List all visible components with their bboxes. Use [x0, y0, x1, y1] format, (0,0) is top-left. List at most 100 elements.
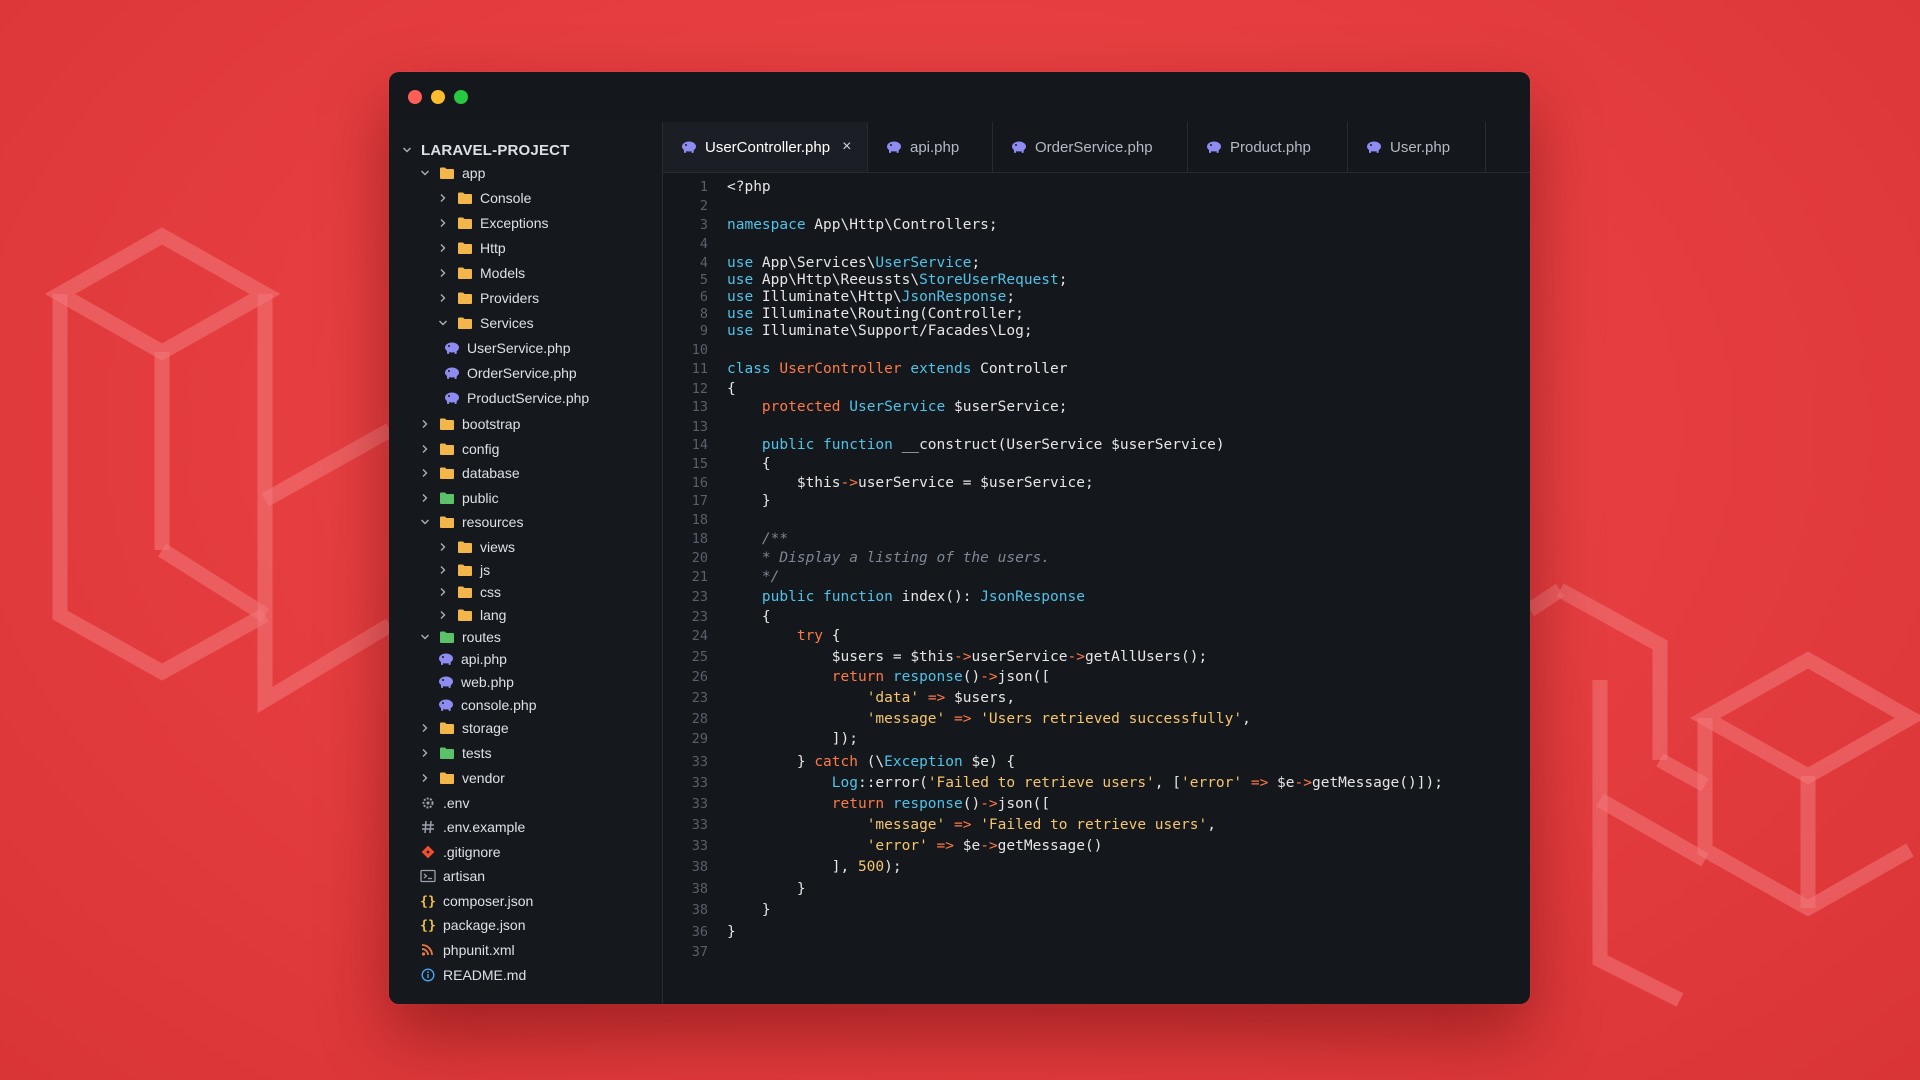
- chevron-right-icon[interactable]: [438, 293, 448, 303]
- tab-user-php[interactable]: User.php: [1348, 122, 1486, 172]
- tab-orderservice-php[interactable]: OrderService.php: [993, 122, 1188, 172]
- file-item[interactable]: .env: [420, 793, 469, 813]
- file-item[interactable]: OrderService.php: [444, 363, 577, 383]
- file-item[interactable]: console.php: [438, 695, 537, 715]
- tree-item-label: Models: [480, 265, 526, 281]
- chevron-right-icon[interactable]: [420, 723, 430, 733]
- folder-icon: [439, 166, 455, 180]
- code-line: 'error' => $e->getMessage(): [727, 836, 1103, 856]
- chevron-down-icon[interactable]: [420, 168, 430, 178]
- file-item[interactable]: phpunit.xml: [420, 940, 515, 960]
- code-token: 'Failed to retrieve users': [927, 775, 1155, 791]
- code-line: } catch (\Exception $e) {: [727, 752, 1015, 772]
- chevron-right-icon[interactable]: [420, 748, 430, 758]
- file-item[interactable]: web.php: [438, 672, 514, 692]
- folder-item[interactable]: Services: [438, 313, 534, 333]
- chevron-down-icon[interactable]: [420, 517, 430, 527]
- tab-usercontroller-php[interactable]: UserController.php ×: [663, 122, 868, 172]
- chevron-down-icon[interactable]: [402, 145, 412, 155]
- folder-item[interactable]: Exceptions: [438, 213, 548, 233]
- code-line: }: [727, 491, 771, 511]
- folder-item[interactable]: routes: [420, 627, 501, 647]
- folder-item[interactable]: tests: [420, 743, 492, 763]
- line-number: 23: [691, 589, 708, 605]
- folder-item[interactable]: storage: [420, 718, 509, 738]
- folder-item[interactable]: lang: [438, 605, 506, 625]
- line-number: 13: [691, 399, 708, 415]
- folder-item[interactable]: public: [420, 488, 499, 508]
- tab-label: UserController.php: [705, 138, 831, 156]
- code-line: {: [727, 454, 771, 474]
- folder-item[interactable]: views: [438, 537, 515, 557]
- code-token: }: [727, 881, 806, 897]
- file-item[interactable]: README.md: [420, 965, 526, 985]
- folder-item[interactable]: js: [438, 560, 490, 580]
- chevron-right-icon[interactable]: [438, 268, 448, 278]
- folder-item[interactable]: config: [420, 439, 499, 459]
- folder-item[interactable]: resources: [420, 512, 523, 532]
- file-item[interactable]: ProductService.php: [444, 388, 589, 408]
- folder-item[interactable]: Providers: [438, 288, 539, 308]
- tab-bar: UserController.php × api.php OrderService.p…: [663, 122, 1530, 173]
- project-root[interactable]: LARAVEL-PROJECT: [402, 140, 570, 160]
- minimize-window-button[interactable]: [431, 90, 445, 104]
- folder-item[interactable]: app: [420, 163, 485, 183]
- file-item[interactable]: .gitignore: [420, 842, 501, 862]
- folder-icon: [457, 291, 473, 305]
- code-line: Log::error('Failed to retrieve users', […: [727, 773, 1443, 793]
- file-item[interactable]: {} package.json: [420, 915, 526, 935]
- code-line: /**: [727, 529, 788, 549]
- folder-item[interactable]: Http: [438, 238, 506, 258]
- tree-item-label: package.json: [443, 917, 526, 933]
- close-tab-icon[interactable]: ×: [842, 139, 851, 155]
- chevron-right-icon[interactable]: [420, 493, 430, 503]
- folder-item[interactable]: bootstrap: [420, 414, 520, 434]
- code-line: namespace App\Http\Controllers;: [727, 215, 998, 235]
- code-token: 'Users retrieved successfully': [980, 711, 1243, 727]
- php-file-icon: [1366, 140, 1382, 154]
- chevron-right-icon[interactable]: [420, 468, 430, 478]
- file-item[interactable]: UserService.php: [444, 338, 571, 358]
- file-item[interactable]: artisan: [420, 866, 485, 886]
- chevron-right-icon[interactable]: [438, 587, 448, 597]
- chevron-down-icon[interactable]: [438, 318, 448, 328]
- chevron-right-icon[interactable]: [438, 243, 448, 253]
- file-item[interactable]: api.php: [438, 649, 507, 669]
- chevron-right-icon[interactable]: [438, 193, 448, 203]
- chevron-down-icon[interactable]: [420, 632, 430, 642]
- folder-item[interactable]: Models: [438, 263, 525, 283]
- code-token: Illuminate\Support/Facades\Log;: [753, 323, 1033, 339]
- chevron-right-icon[interactable]: [438, 218, 448, 228]
- folder-item[interactable]: Console: [438, 188, 531, 208]
- file-item[interactable]: .env.example: [420, 817, 525, 837]
- code-token: $e) {: [962, 754, 1016, 770]
- tab-product-php[interactable]: Product.php: [1188, 122, 1348, 172]
- code-token: use: [727, 272, 754, 288]
- code-token: namespace: [727, 217, 806, 233]
- code-token: use: [727, 289, 754, 305]
- code-editor[interactable]: 1 2 3 4 4 5 6 8 9 10 11 12 13 13 14 15 16 17 18 18 20 21 23 23 2…: [663, 173, 1530, 1004]
- chevron-right-icon[interactable]: [438, 610, 448, 620]
- code-token: getMessage()]);: [1311, 775, 1443, 791]
- chevron-right-icon[interactable]: [420, 419, 430, 429]
- code-token: protected: [761, 399, 841, 415]
- file-item[interactable]: {} composer.json: [420, 891, 533, 911]
- maximize-window-button[interactable]: [454, 90, 468, 104]
- folder-item[interactable]: css: [438, 582, 501, 602]
- chevron-right-icon[interactable]: [438, 542, 448, 552]
- chevron-right-icon[interactable]: [420, 773, 430, 783]
- code-token: StoreUserRequest: [919, 272, 1059, 288]
- folder-item[interactable]: database: [420, 463, 520, 483]
- tree-item-label: css: [480, 584, 501, 600]
- folder-icon: [439, 721, 455, 735]
- close-window-button[interactable]: [408, 90, 422, 104]
- chevron-right-icon[interactable]: [420, 444, 430, 454]
- chevron-right-icon[interactable]: [438, 565, 448, 575]
- tab-label: api.php: [910, 138, 960, 156]
- code-line: 'data' => $users,: [727, 688, 1015, 708]
- tab-api-php[interactable]: api.php: [868, 122, 993, 172]
- folder-item[interactable]: vendor: [420, 768, 505, 788]
